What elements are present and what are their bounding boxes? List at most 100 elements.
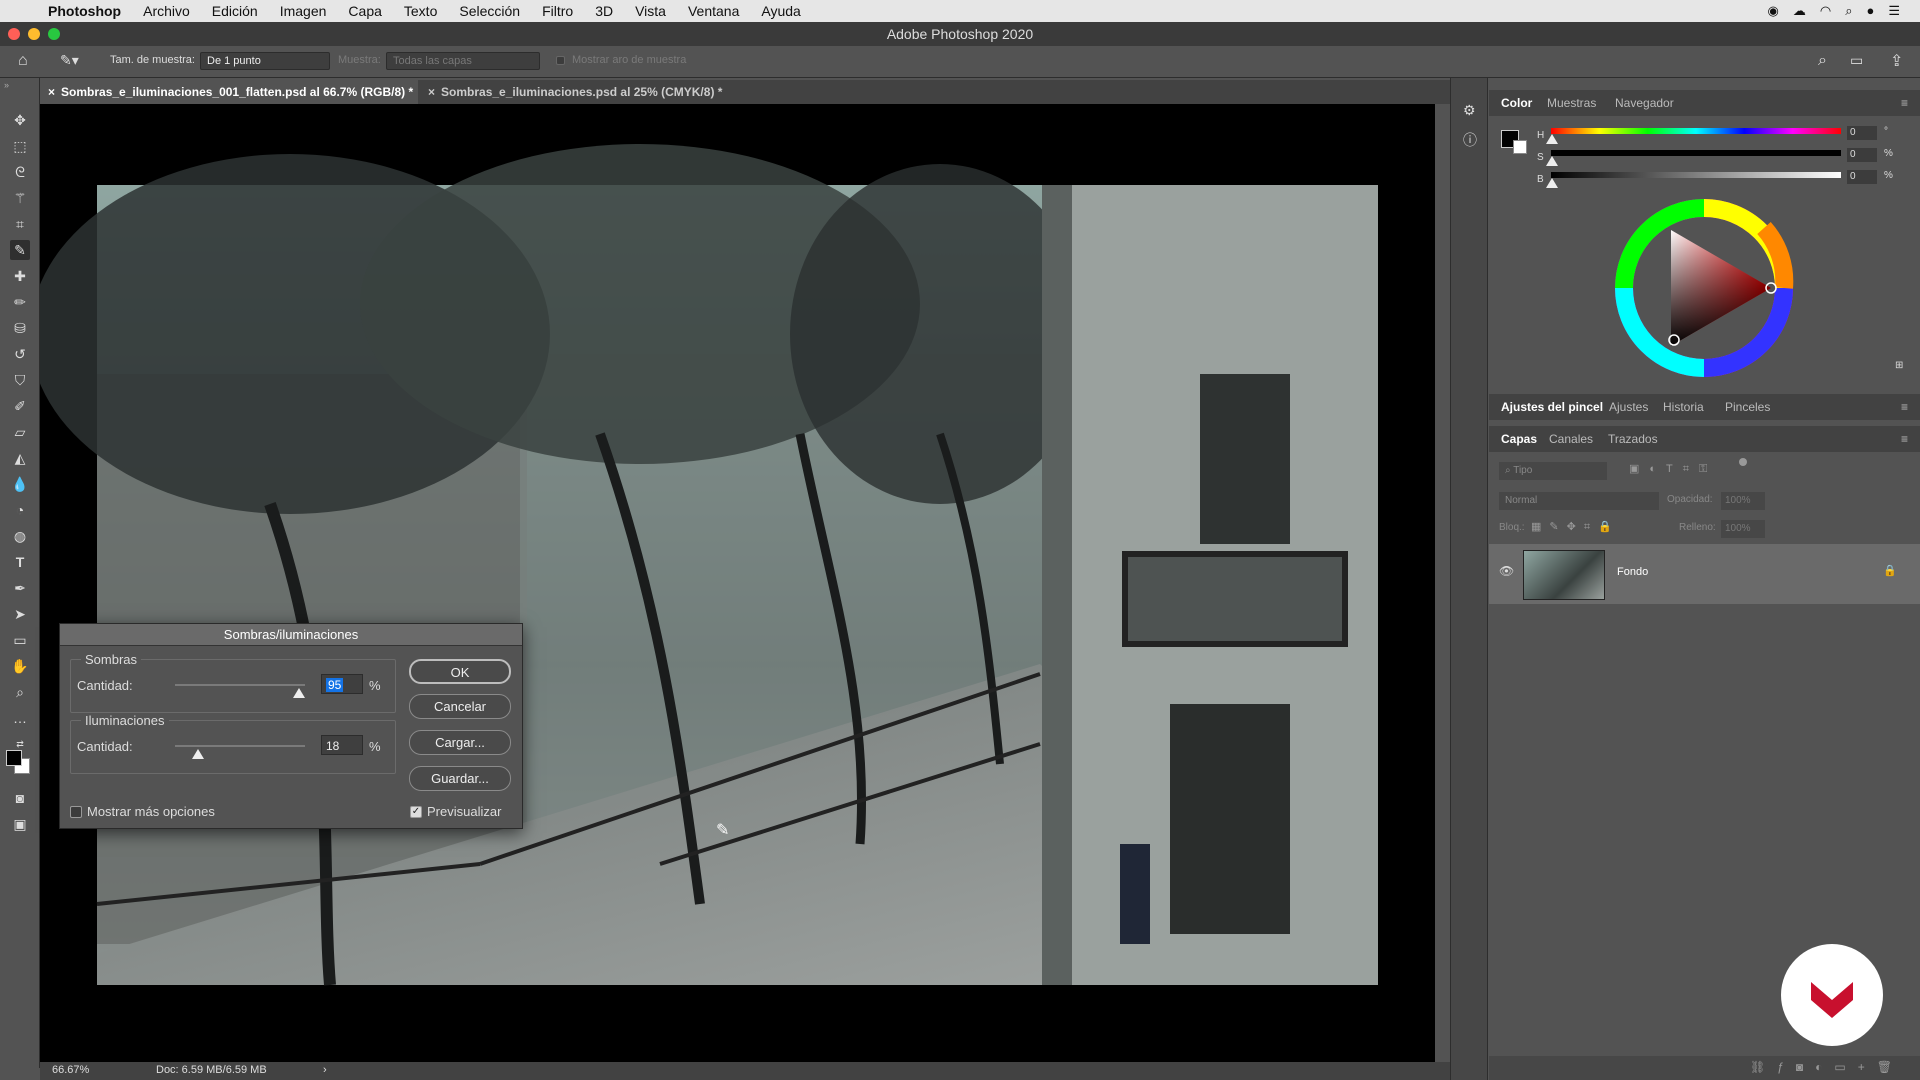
rectangle-tool-icon[interactable]: ▭ — [10, 630, 30, 650]
saturation-thumb[interactable] — [1546, 156, 1558, 166]
color-bg-swatch[interactable] — [1513, 140, 1527, 154]
tab-paths[interactable]: Trazados — [1608, 426, 1658, 452]
menu-edicion[interactable]: Edición — [212, 3, 258, 19]
clone-stamp-tool-icon[interactable]: ⛁ — [10, 318, 30, 338]
share-icon[interactable]: ⇪ — [1890, 51, 1903, 71]
paint-bucket-tool-icon[interactable]: ◭ — [10, 448, 30, 468]
menu-texto[interactable]: Texto — [404, 3, 437, 19]
filter-toggle-icon[interactable] — [1739, 458, 1747, 466]
layer-row[interactable]: 👁 Fondo 🔒 — [1489, 544, 1920, 604]
creative-cloud-icon[interactable]: ☁ — [1793, 3, 1806, 19]
workspace-icon[interactable]: ▭ — [1850, 52, 1863, 69]
healing-brush-tool-icon[interactable]: ✚ — [10, 266, 30, 286]
h-value[interactable]: 0 — [1847, 126, 1877, 140]
menu-archivo[interactable]: Archivo — [143, 3, 190, 19]
screen-mode-icon[interactable]: ▣ — [10, 814, 30, 834]
document-canvas[interactable] — [40, 104, 1435, 1062]
tab-document-2[interactable]: × Sombras_e_iluminaciones.psd al 25% (CMY… — [420, 80, 780, 104]
dodge-tool-icon[interactable]: ◔ — [10, 500, 30, 520]
info-icon[interactable]: ⓘ — [1463, 130, 1477, 150]
highlights-amount-input[interactable]: 18 — [321, 735, 363, 755]
eyedropper-tool-icon[interactable]: ✎ — [10, 240, 30, 260]
sample-size-select[interactable]: De 1 punto — [200, 52, 330, 70]
notification-center-icon[interactable]: ☰ — [1888, 3, 1900, 19]
menu-capa[interactable]: Capa — [348, 3, 381, 19]
panel-menu-icon[interactable]: ≡ — [1901, 90, 1908, 116]
lasso-tool-icon[interactable]: ᘓ — [10, 162, 30, 182]
preview-checkbox[interactable]: ✓ — [410, 806, 422, 818]
color-wheel[interactable] — [1614, 198, 1794, 378]
record-icon[interactable]: ◉ — [1768, 3, 1779, 19]
layer-name[interactable]: Fondo — [1617, 566, 1648, 578]
minimize-window-button[interactable] — [28, 28, 40, 40]
stamp-tool-icon[interactable]: ⛉ — [10, 370, 30, 390]
brightness-slider[interactable] — [1551, 172, 1841, 178]
fill-value[interactable]: 100% — [1721, 520, 1765, 538]
magic-wand-tool-icon[interactable]: ⚚ — [10, 188, 30, 208]
menu-seleccion[interactable]: Selección — [459, 3, 520, 19]
collapse-tools-icon[interactable]: » — [4, 80, 9, 90]
save-button[interactable]: Guardar... — [409, 766, 511, 791]
eraser-tool-icon[interactable]: ▱ — [10, 422, 30, 442]
marquee-tool-icon[interactable]: ⬚ — [10, 136, 30, 156]
blur-tool-icon[interactable]: 💧 — [10, 474, 30, 494]
highlights-slider-thumb[interactable] — [192, 749, 205, 759]
history-brush-tool-icon[interactable]: ↺ — [10, 344, 30, 364]
quick-mask-icon[interactable]: ◙ — [10, 788, 30, 808]
crop-tool-icon[interactable]: ⌗ — [10, 214, 30, 234]
show-ring-checkbox[interactable] — [556, 56, 565, 65]
properties-icon[interactable]: ⚙ — [1463, 102, 1476, 119]
tab-brush-settings[interactable]: Ajustes del pincel — [1501, 394, 1603, 420]
layer-filter-select[interactable]: ⌕ Tipo — [1499, 462, 1607, 480]
opacity-value[interactable]: 100% — [1721, 492, 1765, 510]
shadows-slider-thumb[interactable] — [292, 688, 305, 698]
zoom-window-button[interactable] — [48, 28, 60, 40]
panel-menu-icon[interactable]: ≡ — [1901, 426, 1908, 452]
load-button[interactable]: Cargar... — [409, 730, 511, 755]
blend-mode-select[interactable]: Normal — [1499, 492, 1659, 510]
tab-channels[interactable]: Canales — [1549, 426, 1593, 452]
more-tools-icon[interactable]: … — [10, 708, 30, 728]
visibility-eye-icon[interactable]: 👁 — [1499, 564, 1514, 578]
b-value[interactable]: 0 — [1847, 170, 1877, 184]
zoom-level[interactable]: 66.67% — [52, 1064, 89, 1076]
wifi-icon[interactable]: ◠ — [1820, 3, 1831, 19]
tab-color[interactable]: Color — [1501, 90, 1532, 116]
sample-select[interactable]: Todas las capas — [386, 52, 540, 70]
layer-filter-icons[interactable]: ▣◐T⌗⚿ — [1629, 462, 1717, 476]
close-tab-icon[interactable]: × — [48, 85, 55, 99]
highlights-slider[interactable] — [175, 745, 305, 747]
panel-menu-icon[interactable]: ≡ — [1901, 394, 1908, 420]
zoom-tool-icon[interactable]: ⌕ — [10, 682, 30, 702]
color-panel-add-icon[interactable]: ⊞ — [1895, 360, 1903, 371]
tab-swatches[interactable]: Muestras — [1547, 90, 1596, 116]
pen-tool-icon[interactable]: ✒ — [10, 578, 30, 598]
brightness-thumb[interactable] — [1546, 178, 1558, 188]
eyedropper-preset-icon[interactable]: ✎▾ — [60, 52, 79, 69]
tab-navigator[interactable]: Navegador — [1615, 90, 1674, 116]
menu-ayuda[interactable]: Ayuda — [761, 3, 800, 19]
more-options-checkbox[interactable] — [70, 806, 82, 818]
tab-document-1[interactable]: × Sombras_e_iluminaciones_001_flatten.psd… — [40, 80, 418, 104]
close-tab-icon[interactable]: × — [428, 85, 435, 99]
ok-button[interactable]: OK — [409, 659, 511, 684]
tab-adjustments[interactable]: Ajustes — [1609, 394, 1648, 420]
tab-layers[interactable]: Capas — [1501, 426, 1537, 452]
hand-tool-icon[interactable]: ✋ — [10, 656, 30, 676]
type-tool-icon[interactable]: T — [10, 552, 30, 572]
menu-filtro[interactable]: Filtro — [542, 3, 573, 19]
move-tool-icon[interactable]: ✥ — [10, 110, 30, 130]
hue-thumb[interactable] — [1546, 134, 1558, 144]
shadows-amount-input[interactable]: 95 — [321, 674, 363, 694]
layer-actions-icons[interactable]: ⛓ƒ◙◐▭+🗑 — [1750, 1060, 1904, 1074]
menu-3d[interactable]: 3D — [595, 3, 613, 19]
path-selection-tool-icon[interactable]: ➤ — [10, 604, 30, 624]
brush-tool-icon[interactable]: ✏ — [10, 292, 30, 312]
shadows-slider[interactable] — [175, 684, 305, 686]
spotlight-search-icon[interactable]: ⌕ — [1845, 3, 1852, 19]
siri-icon[interactable]: ● — [1866, 3, 1874, 19]
menu-ventana[interactable]: Ventana — [688, 3, 739, 19]
tab-brushes[interactable]: Pinceles — [1725, 394, 1770, 420]
cancel-button[interactable]: Cancelar — [409, 694, 511, 719]
s-value[interactable]: 0 — [1847, 148, 1877, 162]
